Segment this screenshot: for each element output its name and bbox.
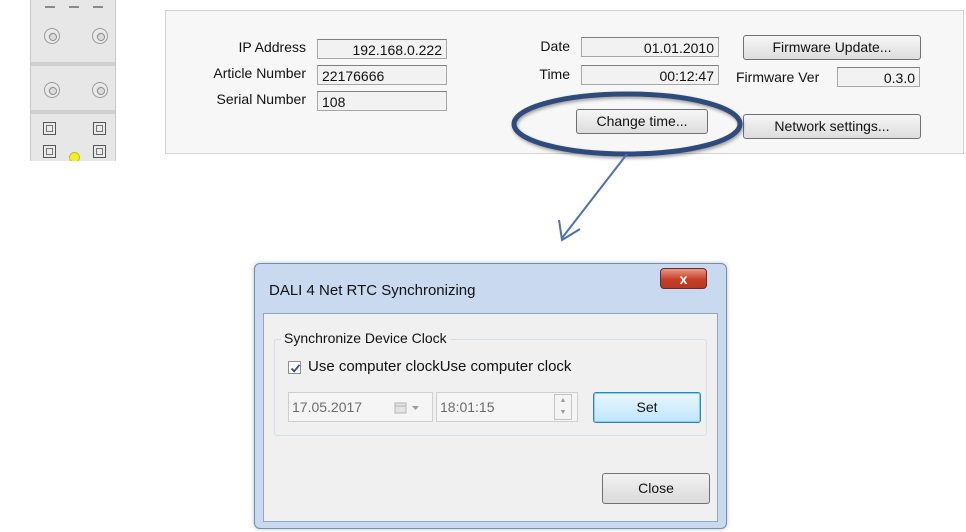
time-field[interactable]: 00:12:47 <box>581 65 719 85</box>
article-number-field[interactable]: 22176666 <box>317 65 447 85</box>
sync-time-value: 18:01:15 <box>440 399 495 415</box>
screw-icon <box>44 28 60 44</box>
terminal-icon <box>93 145 106 158</box>
device-marker <box>45 6 55 8</box>
rtc-sync-dialog: DALI 4 Net RTC Synchronizing x Synchroni… <box>254 263 727 529</box>
use-computer-clock-label[interactable]: Use computer clockUse computer clock <box>308 358 571 375</box>
device-divider <box>31 110 115 114</box>
checkmark-icon <box>290 364 301 373</box>
callout-arrowhead <box>558 219 581 242</box>
firmware-update-button[interactable]: Firmware Update... <box>743 35 921 60</box>
firmware-version-label: Firmware Ver <box>736 69 820 85</box>
serial-number-field[interactable]: 108 <box>317 91 447 111</box>
callout-arrow-line <box>561 153 628 239</box>
dialog-title: DALI 4 Net RTC Synchronizing <box>269 282 476 299</box>
ip-address-field[interactable]: 192.168.0.222 <box>317 39 447 59</box>
network-settings-button[interactable]: Network settings... <box>743 114 921 139</box>
close-button[interactable]: Close <box>602 473 710 504</box>
status-led-icon <box>69 152 80 161</box>
time-label: Time <box>539 66 570 82</box>
ip-address-label: IP Address <box>238 39 306 55</box>
time-spinner[interactable]: ▲ ▼ <box>554 394 572 420</box>
sync-date-value: 17.05.2017 <box>292 399 363 415</box>
terminal-icon <box>43 122 56 135</box>
screw-icon <box>44 82 60 98</box>
dialog-close-icon[interactable]: x <box>660 268 707 289</box>
terminal-icon <box>43 145 56 158</box>
device-marker <box>93 6 103 8</box>
calendar-dropdown-icon <box>394 402 419 414</box>
firmware-version-field[interactable]: 0.3.0 <box>837 67 920 87</box>
screw-icon <box>92 82 108 98</box>
use-computer-clock-checkbox[interactable] <box>288 361 301 374</box>
screw-icon <box>92 28 108 44</box>
group-title: Synchronize Device Clock <box>281 330 450 346</box>
set-button[interactable]: Set <box>593 392 701 423</box>
spinner-down-icon[interactable]: ▼ <box>555 407 571 419</box>
date-field[interactable]: 01.01.2010 <box>581 37 719 57</box>
device-illustration <box>30 0 116 161</box>
serial-number-label: Serial Number <box>216 91 306 107</box>
device-info-panel: IP Address 192.168.0.222 Article Number … <box>165 10 964 154</box>
dialog-body: Synchronize Device Clock Use computer cl… <box>263 313 718 522</box>
article-number-label: Article Number <box>213 65 306 81</box>
device-marker <box>69 6 79 8</box>
spinner-up-icon[interactable]: ▲ <box>555 395 571 407</box>
date-label: Date <box>540 38 570 54</box>
device-divider <box>31 62 115 66</box>
terminal-icon <box>93 122 106 135</box>
change-time-button[interactable]: Change time... <box>576 109 708 134</box>
